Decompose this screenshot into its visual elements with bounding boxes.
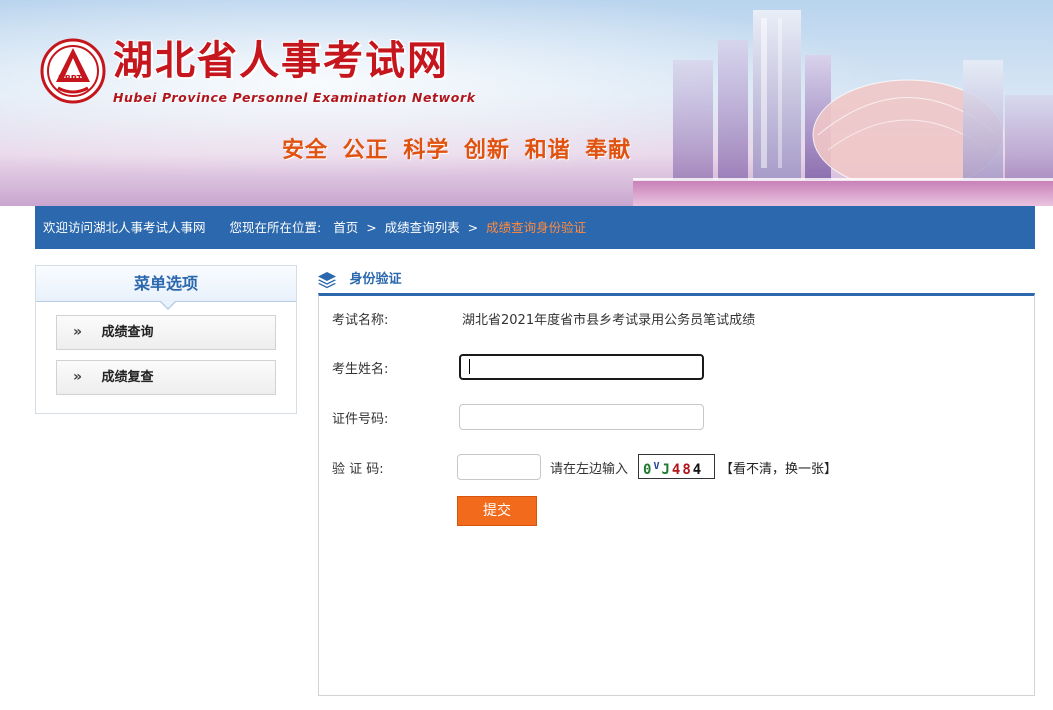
text-caret [469, 359, 470, 374]
welcome-text: 欢迎访问湖北人事考试人事网 [43, 220, 206, 235]
logo-icon [40, 38, 106, 104]
breadcrumb: 首页 > 成绩查询列表 > 成绩查询身份验证 [333, 206, 586, 249]
captcha-char: 4 [692, 462, 704, 478]
site-subtitle: Hubei Province Personnel Examination Net… [113, 90, 476, 105]
captcha-refresh-link[interactable]: 【看不清，换一张】 [720, 458, 837, 477]
location-label: 您现在所在位置: [229, 220, 322, 235]
exam-name-label: 考试名称: [332, 313, 389, 328]
layers-icon [318, 272, 336, 289]
exam-name-value: 湖北省2021年度省市县乡考试录用公务员笔试成绩 [462, 313, 756, 328]
site-slogan: 安全 公正 科学 创新 和谐 奉献 [282, 138, 632, 163]
city-skyline-image [633, 10, 1053, 206]
captcha-hint: 请在左边输入 [550, 462, 629, 477]
breadcrumb-score-list-link[interactable]: 成绩查询列表 [385, 220, 460, 235]
captcha-char: 0 [643, 462, 654, 478]
sidebar-menu: 菜单选项 » 成绩查询 » 成绩复查 [35, 265, 297, 414]
double-chevron-right-icon: » [73, 369, 83, 385]
captcha-char: 8 [682, 462, 693, 478]
sidebar-title: 菜单选项 [36, 266, 296, 302]
captcha-label: 验 证 码: [332, 462, 384, 477]
section-title: 身份验证 [349, 272, 402, 287]
sidebar-title-pointer-inner [161, 301, 175, 308]
site-title: 湖北省人事考试网 [113, 38, 449, 84]
id-number-label: 证件号码: [332, 412, 389, 427]
id-number-input[interactable] [459, 404, 704, 430]
submit-button[interactable]: 提交 [457, 496, 537, 526]
captcha-char: 4 [671, 462, 683, 478]
captcha-input[interactable] [457, 454, 541, 480]
breadcrumb-home-link[interactable]: 首页 [333, 220, 358, 235]
sidebar-item-score-review[interactable]: » 成绩复查 [56, 360, 276, 395]
breadcrumb-separator: > [467, 220, 479, 235]
double-chevron-right-icon: » [73, 324, 83, 340]
top-navbar: 欢迎访问湖北人事考试人事网 您现在所在位置: 首页 > 成绩查询列表 > 成绩查… [35, 206, 1035, 249]
breadcrumb-separator: > [366, 220, 377, 235]
captcha-image[interactable]: 0VJ484 [638, 454, 715, 479]
logo-text: HBPTA [58, 74, 88, 83]
sidebar-item-label: 成绩查询 [101, 325, 154, 340]
section-header: 身份验证 [317, 268, 402, 292]
sidebar-item-label: 成绩复查 [101, 370, 154, 385]
candidate-name-label: 考生姓名: [332, 362, 389, 377]
header-banner: HBPTA 湖北省人事考试网 Hubei Province Personnel … [0, 0, 1053, 206]
breadcrumb-current: 成绩查询身份验证 [486, 220, 587, 235]
candidate-name-input[interactable] [459, 354, 704, 380]
captcha-char: J [661, 462, 672, 478]
sidebar-item-score-query[interactable]: » 成绩查询 [56, 315, 276, 350]
